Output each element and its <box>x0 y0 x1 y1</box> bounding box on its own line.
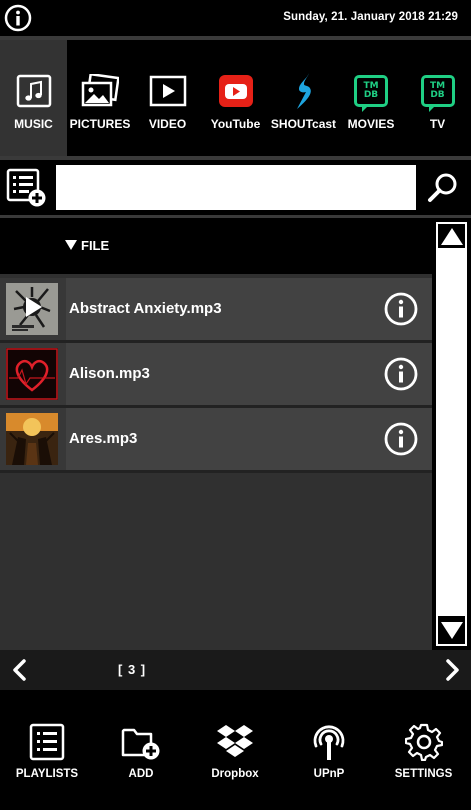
bottom-nav: PLAYLISTS ADD Dropbox UPnP SETTINGS <box>0 690 471 810</box>
tab-label: MUSIC <box>14 117 53 131</box>
page-number: [ 3 ] <box>118 662 147 677</box>
nav-playlists[interactable]: PLAYLISTS <box>0 690 94 810</box>
pictures-icon <box>81 74 119 108</box>
tab-tv[interactable]: TM DB TV <box>404 40 471 156</box>
category-tabs: MUSIC PICTURES VIDEO YouTube SHOUTcast T… <box>0 40 471 156</box>
scroll-down-button[interactable] <box>436 614 467 646</box>
tmdb-text: DB <box>363 90 379 100</box>
list-header: FILE <box>0 218 432 274</box>
search-icon[interactable] <box>426 171 460 205</box>
scroll-up-button[interactable] <box>436 222 467 250</box>
nav-label: Dropbox <box>211 768 259 780</box>
tab-label: TV <box>429 117 446 131</box>
list-item[interactable]: Alison.mp3 <box>0 343 432 408</box>
album-art <box>6 413 58 465</box>
add-to-playlist-icon[interactable] <box>6 168 48 208</box>
list-item[interactable]: Ares.mp3 <box>0 408 432 473</box>
nav-label: ADD <box>128 768 154 780</box>
video-play-icon <box>149 74 187 108</box>
tab-youtube[interactable]: YouTube <box>202 40 269 156</box>
tab-label: VIDEO <box>148 117 187 131</box>
gear-icon <box>404 722 444 762</box>
info-icon[interactable] <box>384 357 418 391</box>
tmdb-icon: TM DB <box>419 74 457 112</box>
tab-shoutcast[interactable]: SHOUTcast <box>269 40 338 156</box>
row-divider <box>0 470 432 473</box>
album-art <box>6 348 58 400</box>
nav-upnp[interactable]: UPnP <box>282 690 376 810</box>
add-folder-icon <box>121 722 161 762</box>
tab-label: YouTube <box>210 117 261 131</box>
tmdb-text: DB <box>430 90 445 100</box>
tab-label: PICTURES <box>69 117 131 131</box>
file-list: FILE Abstract Anxiety.mp3 Alison.mp3 Are… <box>0 218 432 650</box>
thumbnail-cell <box>0 278 66 340</box>
tab-music[interactable]: MUSIC <box>0 40 67 156</box>
search-input[interactable] <box>56 165 416 210</box>
search-row <box>0 160 471 215</box>
tab-pictures[interactable]: PICTURES <box>67 40 133 156</box>
top-bar: Sunday, 21. January 2018 21:29 <box>0 0 471 36</box>
nav-label: UPnP <box>313 768 345 780</box>
tmdb-icon: TM DB <box>352 74 390 112</box>
nav-settings[interactable]: SETTINGS <box>376 690 471 810</box>
datetime: Sunday, 21. January 2018 21:29 <box>283 11 458 23</box>
scrollbar-track[interactable] <box>436 222 467 646</box>
nav-add[interactable]: ADD <box>94 690 188 810</box>
shoutcast-icon <box>285 73 323 109</box>
dropbox-icon <box>215 722 255 762</box>
info-icon[interactable] <box>384 292 418 326</box>
list-item[interactable]: Abstract Anxiety.mp3 <box>0 278 432 343</box>
pager: [ 3 ] <box>0 650 471 690</box>
info-icon[interactable] <box>384 422 418 456</box>
info-icon[interactable] <box>4 4 32 32</box>
sort-arrow-icon[interactable] <box>65 240 77 250</box>
sort-column-label[interactable]: FILE <box>81 238 109 253</box>
tab-label: SHOUTcast <box>270 117 337 131</box>
tab-movies[interactable]: TM DB MOVIES <box>338 40 404 156</box>
file-name: Alison.mp3 <box>69 365 150 382</box>
file-name: Abstract Anxiety.mp3 <box>69 300 222 317</box>
triangle-up-icon <box>441 228 463 245</box>
nav-label: PLAYLISTS <box>15 768 79 780</box>
album-art <box>6 283 58 335</box>
youtube-icon <box>217 74 255 108</box>
triangle-down-icon <box>441 622 463 639</box>
music-note-icon <box>15 74 53 108</box>
chevron-right-icon[interactable] <box>440 658 464 682</box>
thumbnail-cell <box>0 408 66 470</box>
chevron-left-icon[interactable] <box>8 658 32 682</box>
tab-label: MOVIES <box>347 117 395 131</box>
nav-label: SETTINGS <box>394 768 453 780</box>
upnp-icon <box>309 722 349 762</box>
nav-dropbox[interactable]: Dropbox <box>188 690 282 810</box>
thumbnail-cell <box>0 343 66 405</box>
playlist-icon <box>27 722 67 762</box>
file-name: Ares.mp3 <box>69 430 138 447</box>
scrollbar[interactable] <box>432 218 471 650</box>
tab-video[interactable]: VIDEO <box>133 40 202 156</box>
